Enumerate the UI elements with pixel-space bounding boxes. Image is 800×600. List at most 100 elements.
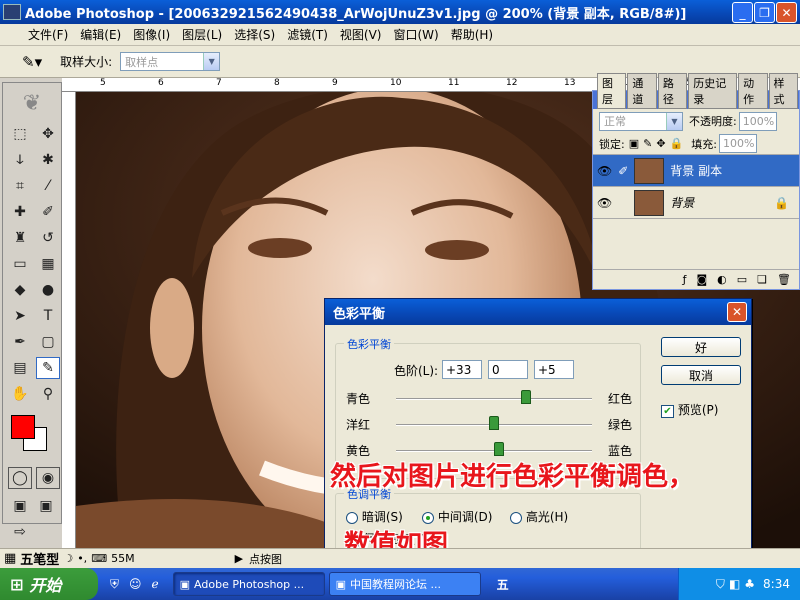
eye-icon[interactable]: 👁 xyxy=(597,164,612,178)
history-brush-icon[interactable]: ↺ xyxy=(36,227,60,249)
layer-mask-icon[interactable]: ◙ xyxy=(696,273,707,286)
brush-link-icon: ✐ xyxy=(618,163,629,178)
magic-wand-icon[interactable]: ✱ xyxy=(36,149,60,171)
moon-icon[interactable]: ☽ xyxy=(63,552,73,565)
layer-row[interactable]: 👁 背景 🔒 xyxy=(593,187,799,219)
highlights-radio[interactable] xyxy=(510,511,522,524)
ime-tray-icon[interactable]: 五 xyxy=(497,576,509,593)
magenta-green-slider-knob[interactable] xyxy=(489,416,499,430)
menu-help[interactable]: 帮助(H) xyxy=(445,26,499,43)
midtones-option[interactable]: 中间调(D) xyxy=(422,508,492,525)
new-layer-icon[interactable]: ❏ xyxy=(757,273,767,286)
start-button[interactable]: ⊞ 开始 xyxy=(0,568,98,600)
layers-footer: ƒ ◙ ◐ ▭ ❏ 🗑 xyxy=(593,269,799,289)
tab-channels[interactable]: 通道 xyxy=(627,73,657,109)
tab-paths[interactable]: 路径 xyxy=(657,73,688,109)
screen-mode-standard-icon[interactable]: ▣ xyxy=(8,495,32,517)
tree-icon[interactable]: ♣ xyxy=(744,577,755,591)
jump-to-imageready-icon[interactable]: ⇨ xyxy=(8,521,32,543)
quicklaunch-app-icon[interactable]: ☺ xyxy=(129,577,142,591)
eye-icon[interactable]: 👁 xyxy=(597,196,612,210)
quicklaunch-ie-icon[interactable]: ℯ xyxy=(152,577,159,591)
layer-row[interactable]: 👁 ✐ 背景 副本 xyxy=(593,155,799,187)
layer-thumbnail xyxy=(634,189,665,216)
healing-brush-icon[interactable]: ✚ xyxy=(8,201,32,223)
shield-icon[interactable]: ⛉ xyxy=(716,577,725,592)
marquee-icon[interactable]: ⬚ xyxy=(8,123,32,145)
clone-stamp-icon[interactable]: ♜ xyxy=(8,227,32,249)
ime-mode[interactable]: 五笔型 xyxy=(20,549,59,568)
highlights-option[interactable]: 高光(H) xyxy=(510,508,568,525)
menu-layer[interactable]: 图层(L) xyxy=(176,26,228,43)
fill-input[interactable]: 100% xyxy=(718,134,757,153)
shadows-option[interactable]: 暗调(S) xyxy=(346,508,403,525)
adjustment-layer-icon[interactable]: ◐ xyxy=(717,273,727,286)
level-magenta-green-input[interactable]: 0 xyxy=(488,360,528,379)
pen-icon[interactable]: ✒ xyxy=(8,331,32,353)
eraser-icon[interactable]: ▭ xyxy=(8,253,32,275)
standard-mode-icon[interactable]: ◯ xyxy=(8,467,32,489)
task-browser[interactable]: ▣ 中国教程网论坛 ... xyxy=(328,572,481,596)
quicklaunch-network-icon[interactable]: ⛨ xyxy=(110,577,119,592)
menu-file[interactable]: 文件(F) xyxy=(22,26,74,43)
tab-actions[interactable]: 动作 xyxy=(738,73,768,109)
color-swatches[interactable] xyxy=(3,411,61,459)
notes-icon[interactable]: ▤ xyxy=(8,357,32,379)
dialog-close-button[interactable]: ✕ xyxy=(727,302,747,322)
level-yellow-blue-input[interactable]: +5 xyxy=(534,360,574,379)
yellow-blue-slider-knob[interactable] xyxy=(493,442,504,456)
gradient-icon[interactable]: ▦ xyxy=(36,253,60,275)
move-icon[interactable]: ✥ xyxy=(36,123,60,145)
menu-view[interactable]: 视图(V) xyxy=(334,26,388,43)
slice-icon[interactable]: ⁄ xyxy=(36,175,60,197)
eyedropper-icon[interactable]: ✎ xyxy=(36,357,60,379)
zoom-icon[interactable]: ⚲ xyxy=(36,383,60,405)
cancel-button[interactable]: 取消 xyxy=(661,365,741,385)
new-group-icon[interactable]: ▭ xyxy=(737,273,747,286)
screen-mode-full-icon[interactable]: ▣ xyxy=(34,495,58,517)
cyan-red-slider[interactable] xyxy=(396,398,592,400)
sample-size-select[interactable]: 取样点 ▼ xyxy=(120,52,221,71)
opacity-input[interactable]: 100% xyxy=(738,111,777,131)
trash-icon[interactable]: 🗑 xyxy=(777,273,791,286)
level-cyan-red-input[interactable]: +33 xyxy=(442,360,482,379)
ok-button[interactable]: 好 xyxy=(661,337,741,357)
layer-style-icon[interactable]: ƒ xyxy=(683,273,687,286)
preview-checkbox[interactable]: ✔ xyxy=(661,405,674,418)
maximize-button[interactable]: ❐ xyxy=(754,2,775,23)
shadows-radio[interactable] xyxy=(346,511,358,524)
menu-image[interactable]: 图像(I) xyxy=(127,26,176,43)
hand-icon[interactable]: ✋ xyxy=(8,383,32,405)
network-icon[interactable]: ◧ xyxy=(729,577,740,591)
shape-icon[interactable]: ▢ xyxy=(36,331,60,353)
type-icon[interactable]: T xyxy=(36,305,60,327)
midtones-radio[interactable] xyxy=(422,511,434,524)
tab-styles[interactable]: 样式 xyxy=(768,73,798,109)
close-button[interactable]: ✕ xyxy=(776,2,797,23)
menu-filter[interactable]: 滤镜(T) xyxy=(281,26,334,43)
brush-icon[interactable]: ✐ xyxy=(36,201,60,223)
menu-edit[interactable]: 编辑(E) xyxy=(74,26,127,43)
punctuation-icon[interactable]: •, xyxy=(77,552,87,565)
layers-panel: 图层 通道 路径 历史记录 动作 样式 正常 ▼ 不透明度: 100% 锁定: … xyxy=(592,73,800,290)
quickmask-mode-icon[interactable]: ◉ xyxy=(36,467,60,489)
path-select-icon[interactable]: ➤ xyxy=(8,305,32,327)
tab-layers[interactable]: 图层 xyxy=(597,73,627,109)
preview-option[interactable]: ✔ 预览(P) xyxy=(661,401,718,418)
blur-icon[interactable]: ◆ xyxy=(8,279,32,301)
blend-mode-select[interactable]: 正常 ▼ xyxy=(599,111,683,131)
menu-select[interactable]: 选择(S) xyxy=(228,26,281,43)
keyboard-icon[interactable]: ⌨ xyxy=(91,552,107,565)
lock-options-icon[interactable]: ▣✎✥🔒 xyxy=(629,137,688,150)
play-icon[interactable]: ▶ xyxy=(235,552,243,565)
menu-window[interactable]: 窗口(W) xyxy=(387,26,444,43)
dodge-icon[interactable]: ● xyxy=(36,279,60,301)
task-photoshop[interactable]: ▣ Adobe Photoshop ... xyxy=(172,572,325,596)
status-bar: ▦ 五笔型 ☽ •, ⌨ 55M ▶ 点按图 xyxy=(0,548,800,568)
tab-history[interactable]: 历史记录 xyxy=(688,73,738,109)
cyan-red-slider-knob[interactable] xyxy=(521,390,532,404)
lasso-icon[interactable]: ↆ xyxy=(8,149,32,171)
crop-icon[interactable]: ⌗ xyxy=(8,175,32,197)
eyedropper-icon[interactable]: ✎▾ xyxy=(22,53,42,71)
minimize-button[interactable]: _ xyxy=(732,2,753,23)
